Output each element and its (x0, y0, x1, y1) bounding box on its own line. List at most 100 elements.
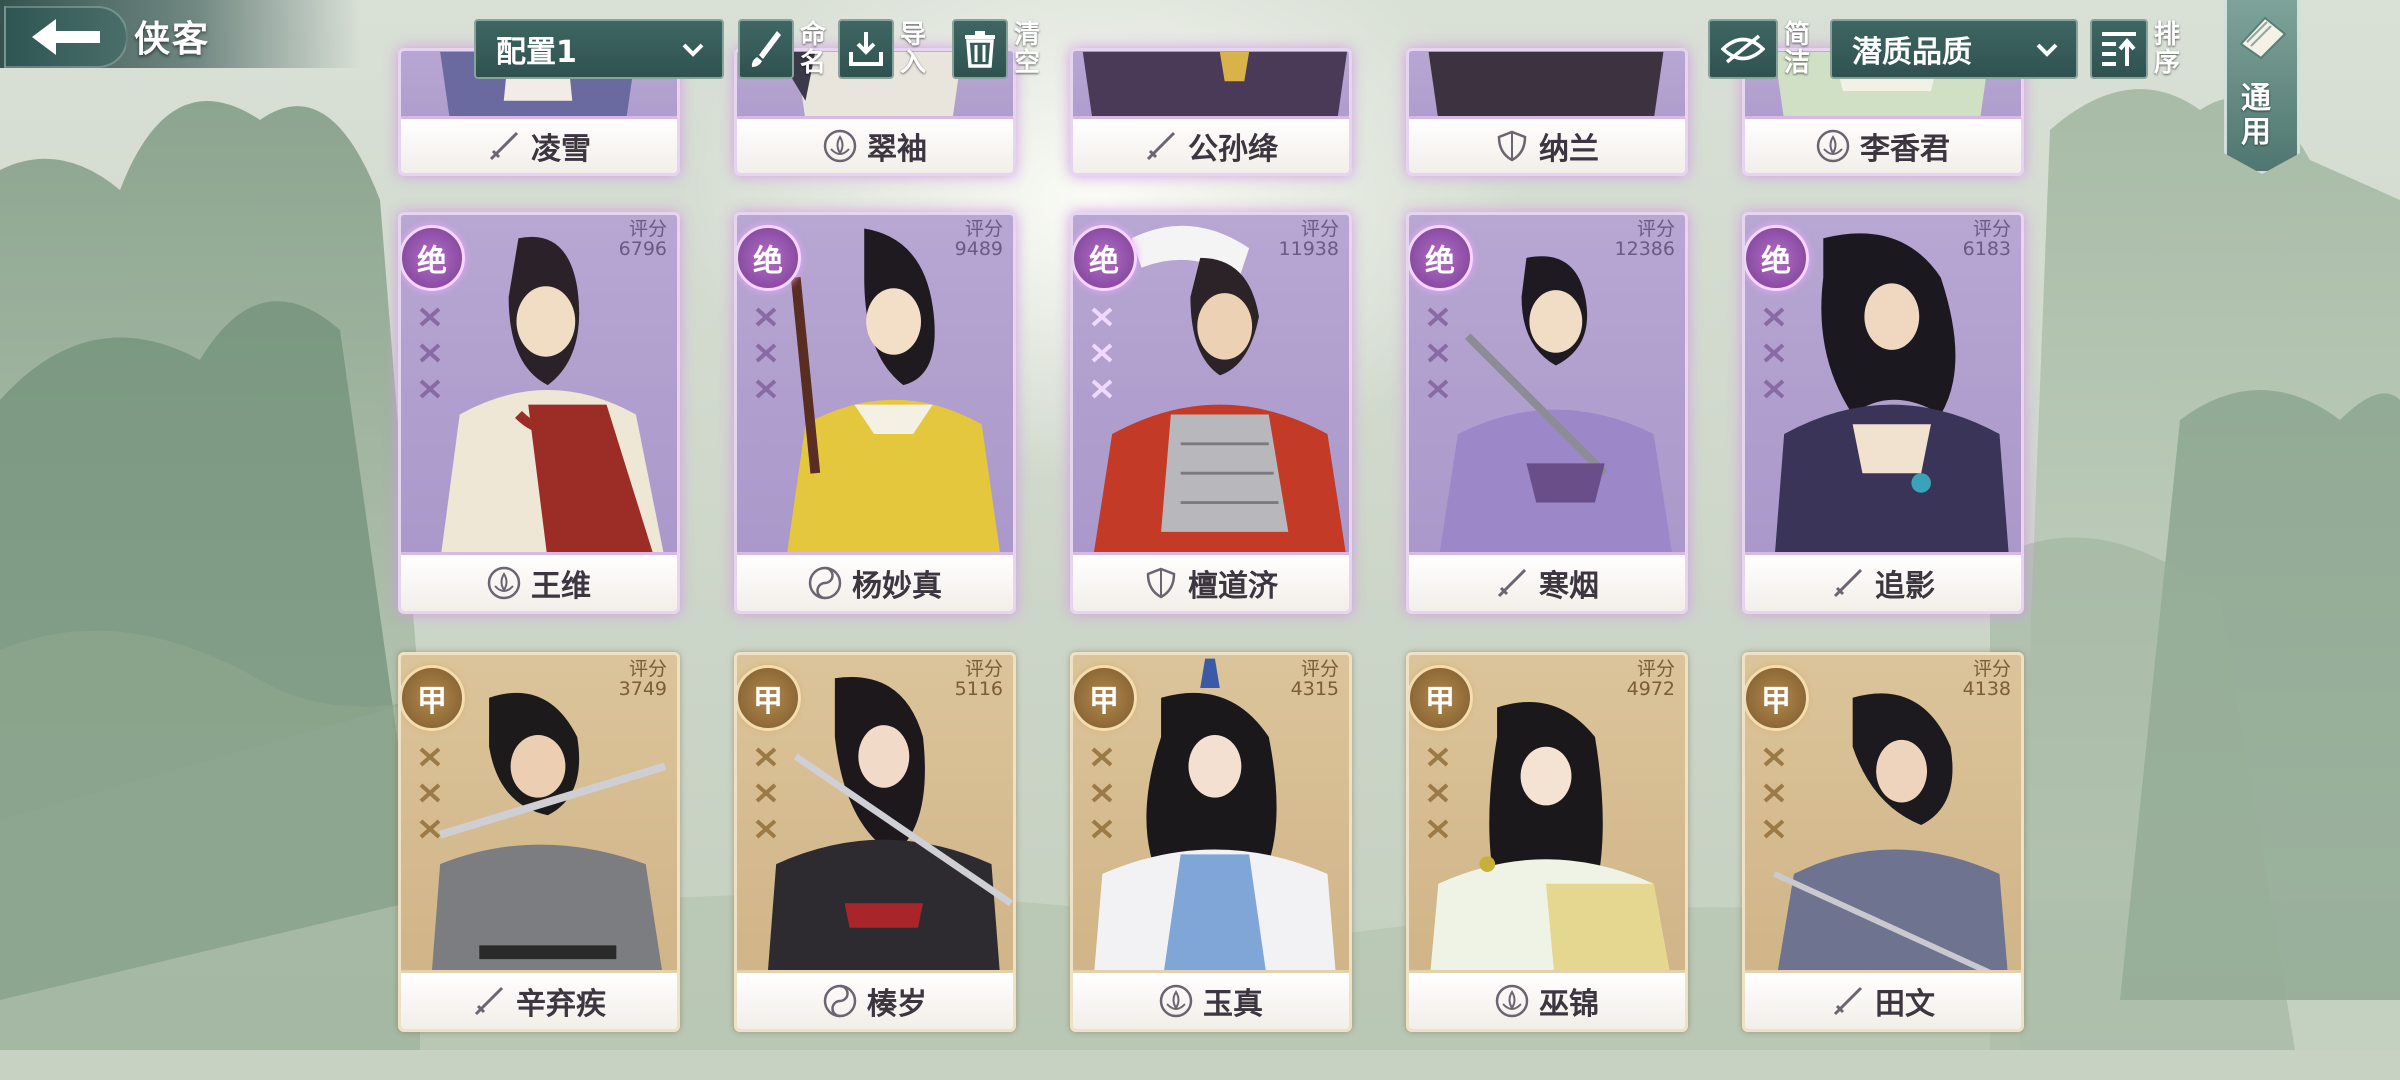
hero-card[interactable]: 甲 评分 4138 田文 (1742, 652, 2024, 1032)
shield-icon (1146, 567, 1176, 599)
general-tab-label: 通用 (2241, 81, 2271, 150)
hero-card[interactable]: 甲 评分 5116 楱岁 (734, 652, 1016, 1032)
rank-badge: 绝 (1745, 225, 1809, 291)
potential-marks (1427, 747, 1449, 839)
potential-marks (419, 747, 441, 839)
potential-marks (1763, 307, 1785, 399)
hero-namebar: 楱岁 (737, 970, 1013, 1029)
sort-button[interactable]: 排序 (2090, 19, 2184, 79)
sort-label: 排序 (2154, 20, 2181, 78)
rank-badge: 绝 (737, 225, 801, 291)
hero-name: 田文 (1875, 987, 1935, 1022)
hero-card[interactable]: 甲 评分 4972 巫锦 (1406, 652, 1688, 1032)
rank-badge: 甲 (1409, 665, 1473, 731)
score: 评分 5116 (955, 659, 1003, 699)
hero-card[interactable]: 绝 评分 6183 追影 (1742, 212, 2024, 614)
rank-badge: 甲 (401, 665, 465, 731)
back-button[interactable] (4, 6, 128, 68)
page-title: 侠客 (134, 19, 211, 60)
hero-namebar: 追影 (1745, 552, 2021, 611)
hero-name: 纳兰 (1539, 132, 1599, 167)
potential-marks (755, 307, 777, 399)
score-value: 9489 (954, 238, 1003, 260)
score-label: 评分 (1636, 218, 1675, 240)
score: 评分 11938 (1279, 219, 1339, 259)
download-icon (838, 19, 894, 79)
hero-namebar: 田文 (1745, 970, 2021, 1029)
import-label: 导入 (900, 20, 927, 78)
hero-name: 巫锦 (1539, 987, 1599, 1022)
clear-button[interactable]: 清空 (952, 19, 1044, 79)
simple-view-button[interactable]: 简洁 (1708, 19, 1814, 79)
score-label: 评分 (964, 218, 1003, 240)
score-value: 11938 (1278, 238, 1339, 260)
taiji-icon (808, 566, 842, 600)
eye-hidden-icon (1708, 19, 1778, 79)
sword-icon (489, 131, 519, 161)
hero-namebar: 李香君 (1745, 116, 2021, 173)
hero-card[interactable]: 绝 评分 11938 檀道济 (1070, 212, 1352, 614)
taiji-icon (823, 984, 857, 1018)
rename-button[interactable]: 命名 (738, 19, 830, 79)
hero-name: 寒烟 (1539, 569, 1599, 604)
hero-name: 辛弃疾 (516, 987, 606, 1022)
sword-icon (1833, 568, 1863, 598)
score-value: 5116 (954, 678, 1003, 700)
score-value: 6796 (618, 238, 667, 260)
hero-card[interactable]: 甲 评分 3749 辛弃疾 (398, 652, 680, 1032)
hero-namebar: 翠袖 (737, 116, 1013, 173)
potential-marks (755, 747, 777, 839)
hero-namebar: 王维 (401, 552, 677, 611)
score: 评分 9489 (955, 219, 1003, 259)
score: 评分 3749 (619, 659, 667, 699)
import-button[interactable]: 导入 (838, 19, 930, 79)
score-label: 评分 (1636, 658, 1675, 680)
rank-badge: 甲 (1073, 665, 1137, 731)
potential-marks (1091, 307, 1113, 399)
potential-marks (1763, 747, 1785, 839)
score-value: 12386 (1614, 238, 1675, 260)
sword-icon (474, 986, 504, 1016)
sort-dropdown[interactable]: 潜质品质 (1830, 19, 2078, 79)
brush-icon (738, 19, 794, 79)
lotus-icon (1495, 984, 1529, 1018)
hero-card[interactable]: 甲 评分 4315 玉真 (1070, 652, 1352, 1032)
hero-namebar: 玉真 (1073, 970, 1349, 1029)
hero-namebar: 杨妙真 (737, 552, 1013, 611)
chevron-down-icon (2036, 43, 2058, 57)
hero-name: 玉真 (1203, 987, 1263, 1022)
lotus-icon (823, 129, 857, 163)
score-label: 评分 (628, 218, 667, 240)
score: 评分 6796 (619, 219, 667, 259)
rank-badge: 甲 (737, 665, 801, 731)
rank-badge: 甲 (1745, 665, 1809, 731)
rank-badge: 绝 (1409, 225, 1473, 291)
score: 评分 4138 (1963, 659, 2011, 699)
hero-name: 追影 (1875, 569, 1935, 604)
lotus-icon (487, 566, 521, 600)
hero-namebar: 寒烟 (1409, 552, 1685, 611)
hero-namebar: 公孙绛 (1073, 116, 1349, 173)
rename-label: 命名 (800, 20, 827, 78)
hero-name: 杨妙真 (852, 569, 942, 604)
potential-marks (1091, 747, 1113, 839)
hero-card[interactable]: 绝 评分 9489 杨妙真 (734, 212, 1016, 614)
hero-namebar: 辛弃疾 (401, 970, 677, 1029)
general-tab[interactable]: 通用 (2224, 0, 2300, 174)
score-label: 评分 (964, 658, 1003, 680)
hero-card[interactable]: 绝 评分 12386 寒烟 (1406, 212, 1688, 614)
hero-name: 翠袖 (867, 132, 927, 167)
clear-label: 清空 (1014, 20, 1041, 78)
hero-card[interactable]: 绝 评分 6796 王维 (398, 212, 680, 614)
hero-name: 楱岁 (867, 987, 927, 1022)
hero-namebar: 巫锦 (1409, 970, 1685, 1029)
book-icon (2239, 16, 2287, 60)
chevron-down-icon (682, 43, 704, 57)
score-label: 评分 (1972, 658, 2011, 680)
potential-marks (419, 307, 441, 399)
top-bar: 侠客 配置1 命名 导入 清空 简洁 潜质品质 排序 通用 (0, 0, 2400, 174)
config-dropdown[interactable]: 配置1 (474, 19, 724, 79)
score-value: 6183 (1962, 238, 2011, 260)
score: 评分 4972 (1627, 659, 1675, 699)
shield-icon (1497, 130, 1527, 162)
